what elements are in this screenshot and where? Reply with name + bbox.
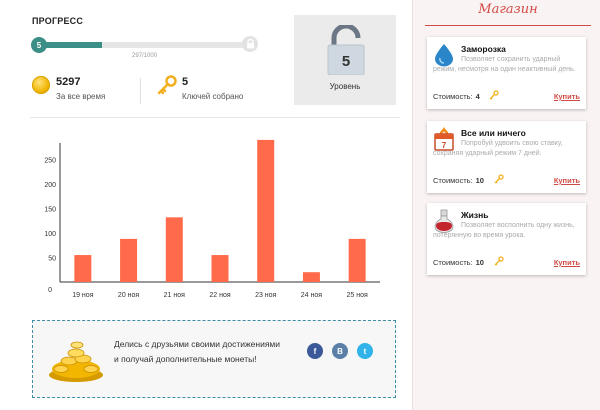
y-tick-label: 250 <box>44 158 56 165</box>
coin-pile-icon <box>49 341 103 382</box>
padlock-icon: 5 <box>324 23 368 76</box>
cost-label: Стоимость: <box>433 92 473 101</box>
shop-panel: Магазин Заморозка Позволяет сохранить уд… <box>412 0 600 410</box>
key-icon <box>156 74 178 96</box>
x-tick-label: 21 ноя <box>164 292 185 299</box>
y-tick-label: 200 <box>44 182 56 189</box>
section-divider <box>30 117 400 118</box>
x-tick-label: 23 ноя <box>255 292 276 299</box>
shop-item-life: Жизнь Позволяет восполнить одну жизнь, п… <box>427 203 586 275</box>
cost-value: 4 <box>475 92 480 101</box>
current-level-badge: 5 <box>31 37 47 53</box>
chart-bar <box>211 255 229 282</box>
share-message: Делись с друзьями своими достижениями и … <box>114 337 314 367</box>
share-text-line1: Делись с друзьями своими достижениями <box>114 339 281 349</box>
cost-value: 10 <box>475 258 484 267</box>
share-panel: Делись с друзьями своими достижениями и … <box>32 320 396 398</box>
coins-label: За все время <box>56 92 106 101</box>
shop-item-description: Позволяет восполнить одну жизнь, потерян… <box>433 222 575 239</box>
shop-item-cost: Стоимость: 10 <box>433 258 484 267</box>
coin-icon <box>32 76 50 94</box>
x-tick-label: 25 ноя <box>347 292 368 299</box>
progress-bar <box>40 42 248 48</box>
shop-item-freeze: Заморозка Позволяет сохранить ударный ре… <box>427 37 586 109</box>
stats-divider <box>140 78 141 104</box>
progress-title: ПРОГРЕСС <box>32 16 84 26</box>
shop-item-description: Позволяет сохранить ударный режим, несмо… <box>433 56 576 73</box>
chart-bar <box>302 272 320 282</box>
x-tick-label: 19 ноя <box>72 292 93 299</box>
x-tick-label: 22 ноя <box>209 292 230 299</box>
lock-icon <box>242 36 258 52</box>
level-number: 5 <box>342 53 350 70</box>
shop-title: Магазин <box>425 2 591 26</box>
y-tick-label: 150 <box>44 207 56 214</box>
chart-bar <box>257 139 275 282</box>
cost-label: Стоимость: <box>433 258 473 267</box>
cost-value: 10 <box>475 176 484 185</box>
shop-item-title: Заморозка <box>461 44 506 54</box>
level-label: Уровень <box>329 82 361 91</box>
keys-label: Ключей собрано <box>182 92 244 101</box>
progress-count: 297/1000 <box>132 53 158 59</box>
shop-item-cost: Стоимость: 4 <box>433 92 480 101</box>
coins-total: 5297 <box>56 76 81 88</box>
level-box: 5 Уровень <box>294 15 396 105</box>
shop-item-all-or-nothing: 7 Все или ничего Попробуй удвоить свою с… <box>427 121 586 193</box>
x-tick-label: 20 ноя <box>118 292 139 299</box>
shop-item-title: Все или ничего <box>461 128 526 138</box>
y-tick-label: 100 <box>44 231 56 238</box>
buy-button[interactable]: Купить <box>554 176 580 185</box>
buy-button[interactable]: Купить <box>554 92 580 101</box>
chart-bar <box>74 255 92 282</box>
chart-bar <box>348 238 366 282</box>
shop-item-title: Жизнь <box>461 210 489 220</box>
chart-bar <box>165 217 183 282</box>
key-icon <box>489 90 499 100</box>
facebook-icon[interactable]: f <box>307 343 323 359</box>
keys-total: 5 <box>182 76 189 88</box>
cost-label: Стоимость: <box>433 176 473 185</box>
activity-bar-chart: 0 50 100 150 200 250 19 ноя 20 ноя 21 ноя 22 ноя 2… <box>44 139 380 299</box>
main-panel: ПРОГРЕСС 5 297/1000 5297 За все время 5 … <box>0 0 412 410</box>
y-tick-label: 0 <box>48 287 52 294</box>
progress-bar-fill <box>40 42 102 48</box>
buy-button[interactable]: Купить <box>554 258 580 267</box>
x-tick-label: 24 ноя <box>301 292 322 299</box>
key-icon <box>494 174 504 184</box>
vk-icon[interactable]: В <box>332 343 348 359</box>
key-icon <box>494 256 504 266</box>
twitter-icon[interactable]: t <box>357 343 373 359</box>
shop-item-description: Попробуй удвоить свою ставку, сохраняя у… <box>433 140 563 157</box>
share-text-line2: и получай дополнительные монеты! <box>114 354 257 364</box>
shop-item-cost: Стоимость: 10 <box>433 176 484 185</box>
chart-bar <box>120 238 138 282</box>
y-tick-label: 50 <box>48 256 56 263</box>
